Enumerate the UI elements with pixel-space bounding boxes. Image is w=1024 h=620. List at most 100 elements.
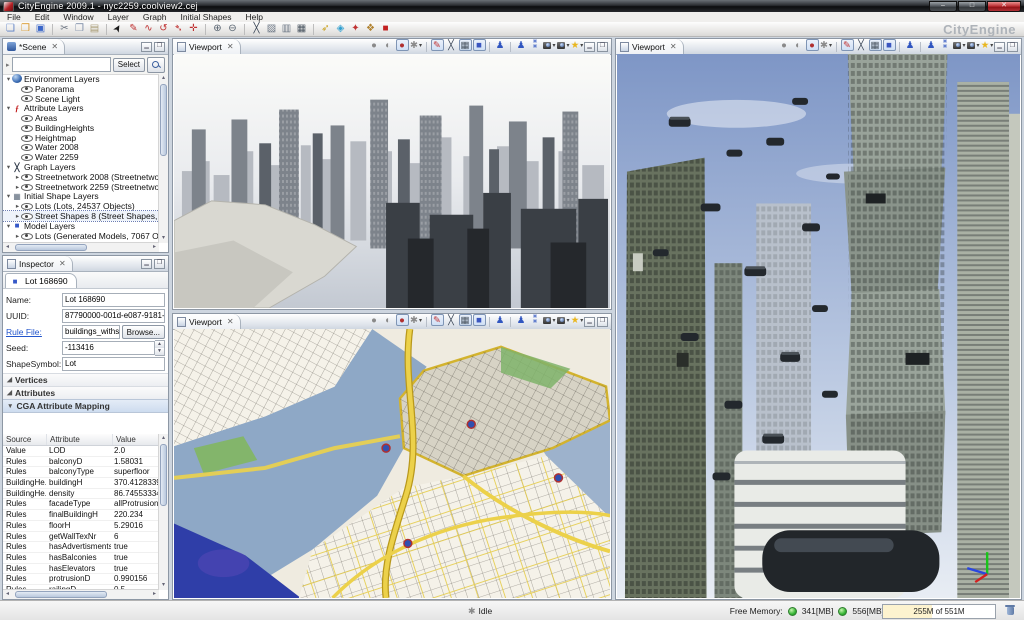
table-row[interactable]: RulesbalconyTypesuperfloor [3,467,159,478]
tree-expander-icon[interactable]: ▾ [5,192,12,200]
select-button[interactable]: Select [113,58,145,72]
show-graph-layers-icon[interactable]: ╳ [855,39,868,51]
tree-expander-icon[interactable]: ▸ [14,232,21,240]
tab-lot-object[interactable]: ■ Lot 168690 [5,273,77,288]
viewport-tab-close-icon[interactable]: ✕ [227,42,234,51]
field-label-link[interactable]: Rule File: [6,327,62,337]
align-tool-icon[interactable]: ✛ [187,23,200,35]
table-row[interactable]: RulesbalconyD1.58031 [3,457,159,468]
field-value-rulefile[interactable]: buildings_withspe [62,325,120,339]
camera-views-icon[interactable]: ▾ [557,314,570,326]
minimize-window-button[interactable]: – [929,1,957,12]
camera-views-icon[interactable]: ▾ [557,39,570,51]
section-vertices[interactable]: ◤Vertices [3,373,168,386]
camera-icon[interactable]: ▾ [543,39,556,51]
inspector-maximize-button[interactable]: ❐ [154,259,165,269]
run-garbage-collector-button[interactable] [1004,605,1016,617]
tree-item-model-layers[interactable]: ▾■Model Layers [3,221,159,231]
render-shaded-icon[interactable]: ◐ [792,39,805,51]
tree-expander-icon[interactable]: ▾ [5,222,12,230]
viewport-2-minimize-button[interactable]: ▁ [584,317,595,327]
dropdown-arrow-icon[interactable]: ▾ [829,42,832,49]
field-value-uuid[interactable]: 87790000-001d-e087-9181-381 [62,309,165,323]
scene-maximize-button[interactable]: ❐ [154,42,165,52]
field-value-shapesymbol[interactable]: Lot [62,357,165,371]
dropdown-arrow-icon[interactable]: ▾ [552,317,555,324]
inspector-hscrollbar[interactable]: ◂▸ [3,589,159,599]
assign-rules-icon[interactable]: ◈ [334,23,347,35]
graph-cleanup-icon[interactable]: ╳ [250,23,263,35]
tab-scene[interactable]: *Scene ✕ [3,39,65,54]
tree-expander-icon[interactable]: ▾ [5,104,12,112]
viewport-3-maximize-button[interactable]: ❐ [1007,42,1018,52]
camera-views-icon[interactable]: ▾ [967,39,980,51]
render-shaded-icon[interactable]: ◐ [382,39,395,51]
inspector-vscrollbar[interactable]: ▴▾ [158,434,168,590]
tree-item-street-shapes-8-street-shapes-668-obje[interactable]: ▸Street Shapes 8 (Street Shapes, 668 Obj… [3,211,159,221]
scene-tree-hscrollbar[interactable]: ◂▸ [3,242,159,252]
section-attributes[interactable]: ◤Attributes [3,386,168,399]
table-row[interactable]: ValueLOD2.0 [3,446,159,457]
show-graph-layers-icon[interactable]: ╳ [445,314,458,326]
tree-item-attribute-layers[interactable]: ▾ƒAttribute Layers [3,103,159,113]
tree-item-heightmap[interactable]: Heightmap [3,133,159,143]
menu-initial-shapes[interactable]: Initial Shapes [173,12,238,22]
render-wireframe-icon[interactable]: ● [368,39,381,51]
new-scene-icon[interactable]: ❏ [4,23,17,35]
viewport-3-minimize-button[interactable]: ▁ [994,42,1005,52]
save-icon[interactable]: ▣ [34,23,47,35]
browse-button[interactable]: Browse... [122,325,165,339]
multi-view-sync-icon[interactable]: ⁑ [529,314,542,326]
generate-models-icon[interactable]: ➶ [319,23,332,35]
multi-view-sync-icon[interactable]: ⁑ [939,39,952,51]
paste-icon[interactable]: ▤ [88,23,101,35]
table-row[interactable]: RulesprotrusionD0.990156 [3,574,159,585]
cga-attribute-mapping-header[interactable]: ▼ CGA Attribute Mapping [3,399,168,413]
viewport-tab-close-icon[interactable]: ✕ [227,317,234,326]
viewport-1-canvas[interactable] [174,54,610,308]
cut-icon[interactable]: ✂ [58,23,71,35]
dropdown-arrow-icon[interactable]: ▾ [566,42,569,49]
tree-item-streetnetwork-2259-streetnetwork-2703[interactable]: ▸Streetnetwork 2259 (Streetnetwork, 2703 [3,182,159,192]
camera-icon[interactable]: ▾ [543,314,556,326]
scene-tab-close-icon[interactable]: ✕ [51,42,58,51]
show-model-layers-icon[interactable]: ■ [473,39,486,51]
subdivide-blocks-icon[interactable]: ▥ [280,23,293,35]
inspector-minimize-button[interactable]: ▁ [141,259,152,269]
table-row[interactable]: RulesgetWallTexNr6 [3,532,159,543]
column-header-attribute[interactable]: Attribute [47,434,113,445]
dropdown-arrow-icon[interactable]: ▾ [419,42,422,49]
block-tools-icon[interactable]: ▦ [295,23,308,35]
tree-item-lots-generated-models-7067-objects[interactable]: ▸Lots (Generated Models, 7067 Objects) [3,231,159,241]
menu-file[interactable]: File [0,12,28,22]
tree-item-areas[interactable]: Areas [3,113,159,123]
field-value-seed[interactable]: -113416 [62,341,155,355]
dropdown-arrow-icon[interactable]: ▾ [566,317,569,324]
tree-item-water-2259[interactable]: Water 2259 [3,152,159,162]
view-settings-icon[interactable]: ✱▾ [410,314,423,326]
camera-icon[interactable]: ▾ [953,39,966,51]
render-textured-icon[interactable]: ● [396,39,409,51]
table-row[interactable]: BuildingHe...buildingH370.4128339 [3,478,159,489]
tab-viewport-3[interactable]: Viewport✕ [616,39,684,54]
table-row[interactable]: RuleshasElevatorstrue [3,564,159,575]
tree-item-initial-shape-layers[interactable]: ▾▦Initial Shape Layers [3,192,159,202]
table-row[interactable]: RulesfinalBuildingH220.234 [3,510,159,521]
zoom-out-icon[interactable]: ⊖ [226,23,239,35]
view-settings-icon[interactable]: ✱▾ [410,39,423,51]
tree-expander-icon[interactable]: ▸ [14,202,21,210]
show-shape-layers-icon[interactable]: ▦ [459,39,472,51]
tree-item-environment-layers[interactable]: ▾Environment Layers [3,74,159,84]
move-vertex-tool-icon[interactable]: ➴ [172,23,185,35]
table-row[interactable]: BuildingHe...density86.74553334 [3,489,159,500]
multi-view-sync-icon[interactable]: ⁑ [529,39,542,51]
render-textured-icon[interactable]: ● [396,314,409,326]
dropdown-arrow-icon[interactable]: ▾ [962,42,965,49]
zoom-in-icon[interactable]: ⊕ [211,23,224,35]
table-row[interactable]: RuleshasAdvertismentstrue [3,542,159,553]
search-button[interactable] [147,57,165,73]
edit-street-tool-icon[interactable]: ✎ [127,23,140,35]
show-graph-layers-icon[interactable]: ╳ [445,39,458,51]
tree-expander-icon[interactable]: ▸ [14,173,21,181]
table-row[interactable]: RulesfacadeTypeallProtrusion [3,499,159,510]
